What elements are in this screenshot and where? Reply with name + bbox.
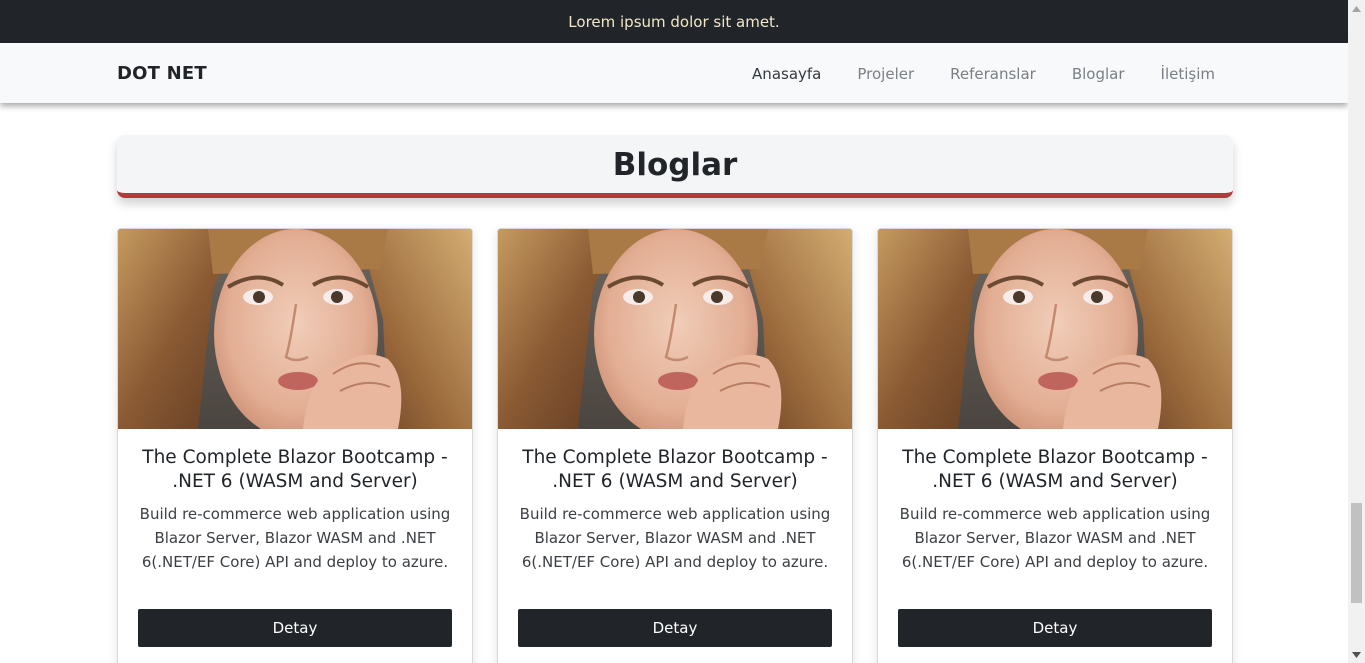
blog-card-title: The Complete Blazor Bootcamp - .NET 6 (W… — [902, 447, 1208, 492]
blog-card-image — [498, 229, 852, 429]
detail-button[interactable]: Detay — [898, 609, 1212, 647]
announcement-text: Lorem ipsum dolor sit amet. — [568, 12, 780, 31]
blog-card: The Complete Blazor Bootcamp - .NET 6 (W… — [497, 228, 853, 663]
page: Lorem ipsum dolor sit amet. DOT NET Anas… — [0, 0, 1348, 663]
nav-links: Anasayfa Projeler Referanslar Bloglar İl… — [716, 43, 1215, 103]
section-header: Bloglar — [117, 135, 1233, 198]
nav-link-projeler[interactable]: Projeler — [857, 63, 914, 83]
blog-card-text: Build re-commerce web application using … — [899, 505, 1211, 571]
scroll-up-icon[interactable] — [1348, 0, 1365, 17]
nav-link-bloglar[interactable]: Bloglar — [1072, 63, 1125, 83]
brand-logo[interactable]: DOT NET — [117, 43, 207, 105]
blog-card-text: Build re-commerce web application using … — [519, 505, 831, 571]
blog-card-image — [878, 229, 1232, 429]
nav-link-referanslar[interactable]: Referanslar — [950, 63, 1036, 83]
detail-button[interactable]: Detay — [518, 609, 832, 647]
section-title: Bloglar — [612, 147, 738, 183]
blog-card-text: Build re-commerce web application using … — [139, 505, 451, 571]
blog-card-title: The Complete Blazor Bootcamp - .NET 6 (W… — [142, 447, 448, 492]
announcement-bar: Lorem ipsum dolor sit amet. — [0, 0, 1348, 43]
scroll-down-icon[interactable] — [1348, 646, 1365, 663]
blog-card: The Complete Blazor Bootcamp - .NET 6 (W… — [877, 228, 1233, 663]
detail-button[interactable]: Detay — [138, 609, 452, 647]
scroll-thumb[interactable] — [1351, 503, 1362, 603]
blog-card: The Complete Blazor Bootcamp - .NET 6 (W… — [117, 228, 473, 663]
nav-link-iletisim[interactable]: İletişim — [1161, 63, 1215, 83]
navbar: DOT NET Anasayfa Projeler Referanslar Bl… — [0, 43, 1348, 103]
nav-link-anasayfa[interactable]: Anasayfa — [752, 63, 821, 83]
blog-card-image — [118, 229, 472, 429]
page-scrollbar[interactable] — [1348, 0, 1365, 663]
blog-card-title: The Complete Blazor Bootcamp - .NET 6 (W… — [522, 447, 828, 492]
navbar-container: DOT NET Anasayfa Projeler Referanslar Bl… — [117, 43, 1233, 103]
